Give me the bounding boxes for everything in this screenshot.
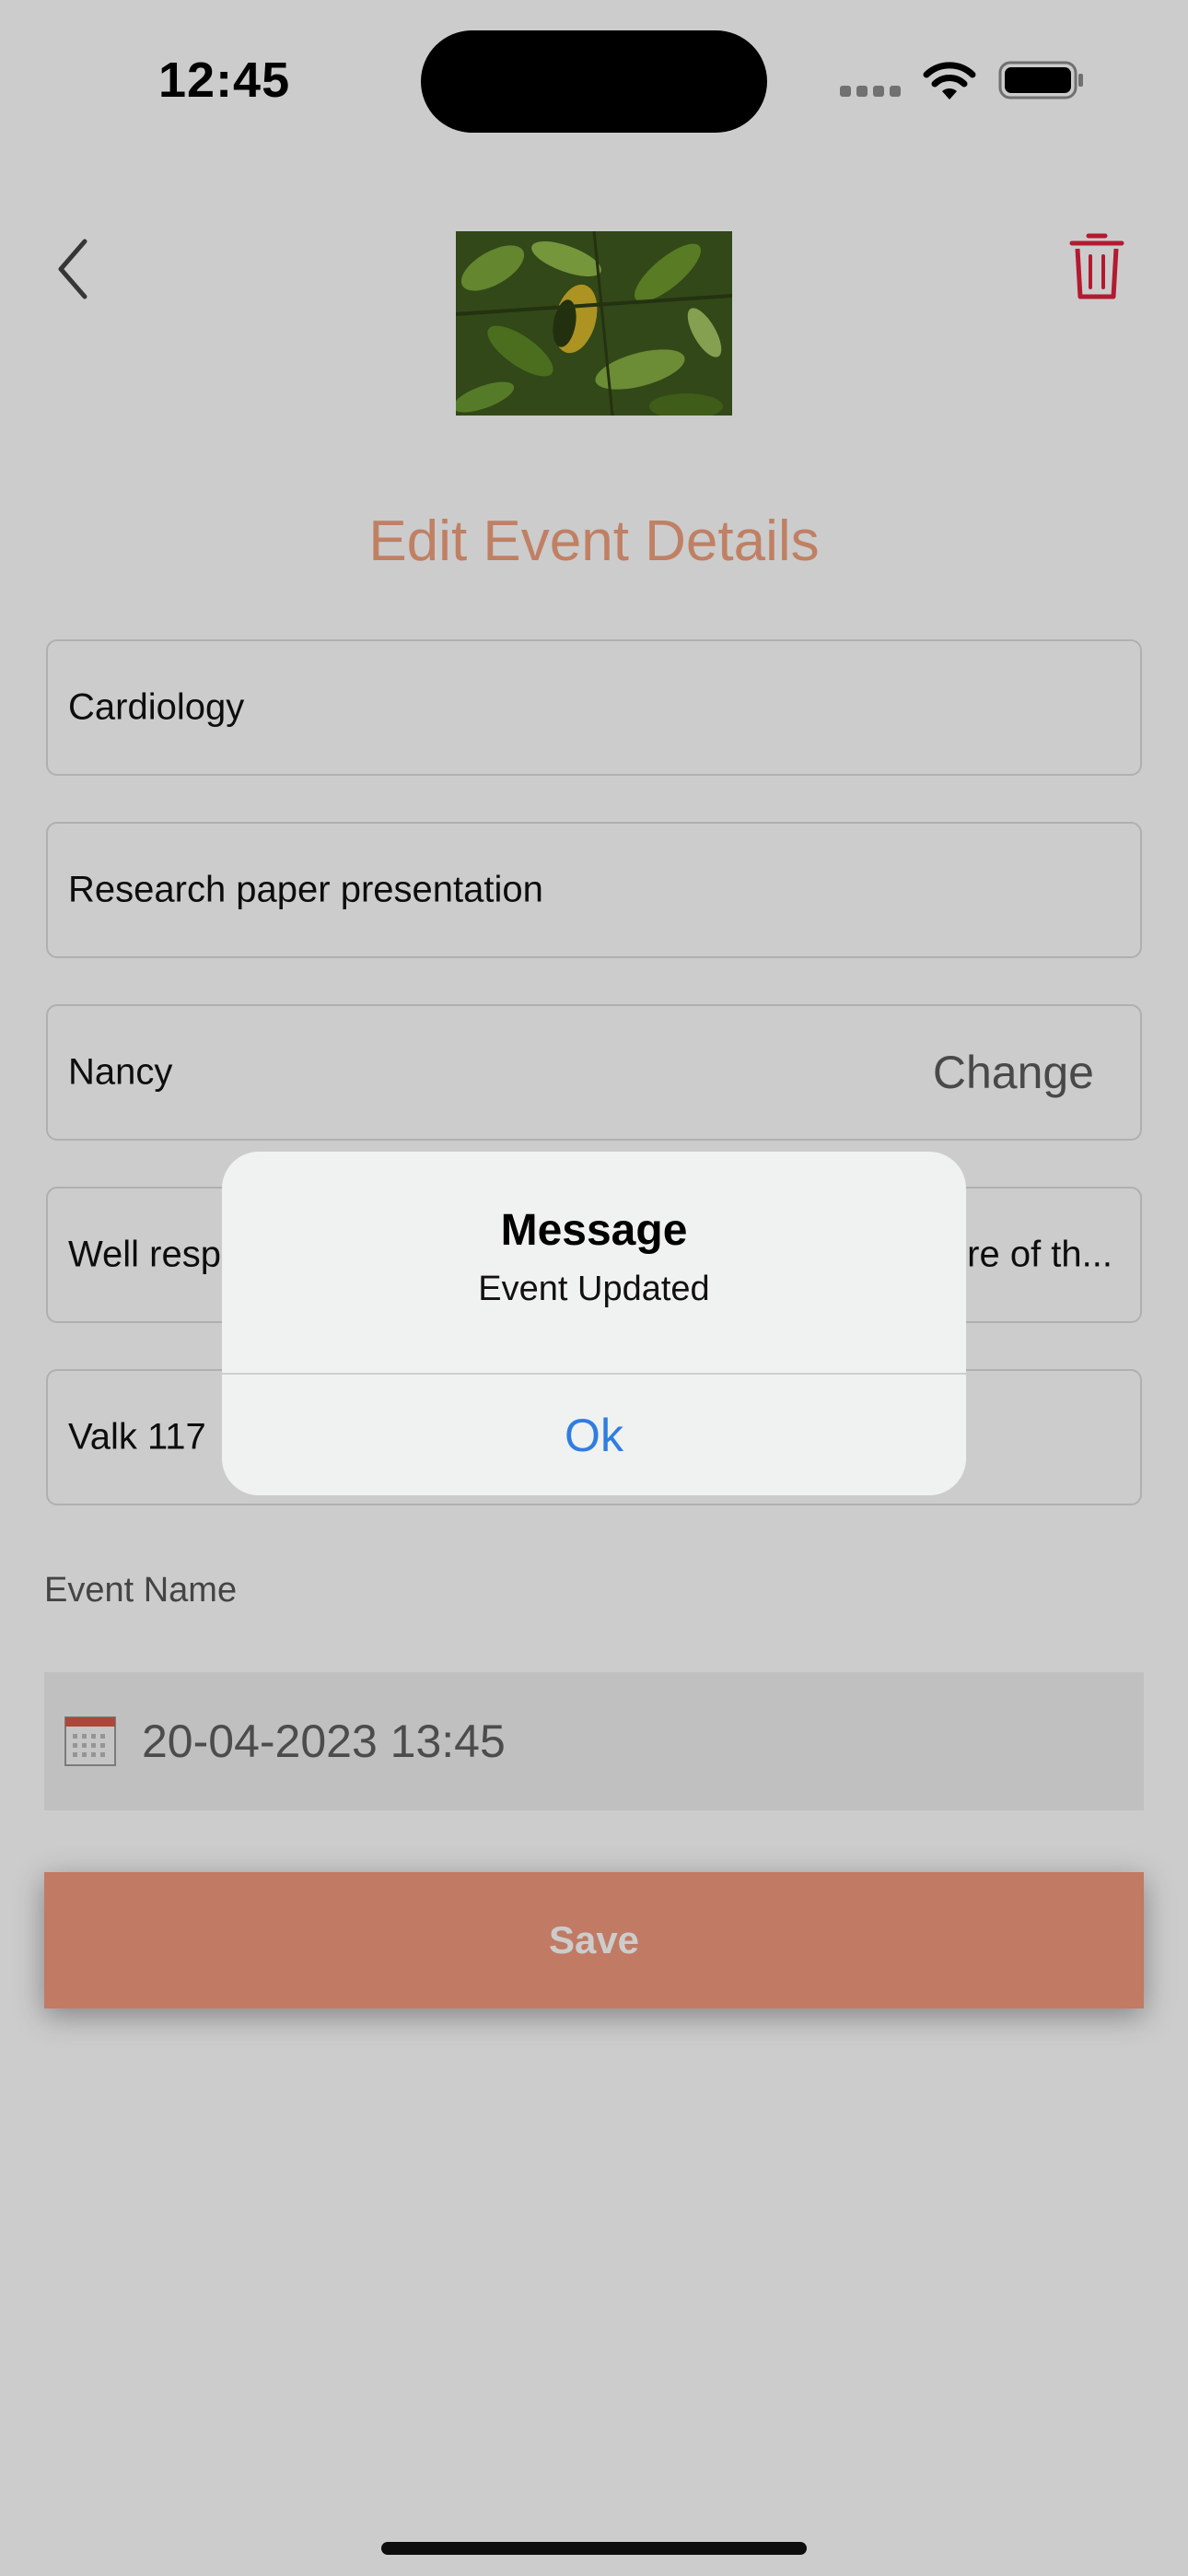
- alert-ok-button[interactable]: Ok: [222, 1375, 966, 1495]
- alert-title: Message: [500, 1206, 688, 1255]
- alert-dialog: Message Event Updated Ok: [222, 1152, 966, 1495]
- alert-message: Event Updated: [478, 1270, 710, 1308]
